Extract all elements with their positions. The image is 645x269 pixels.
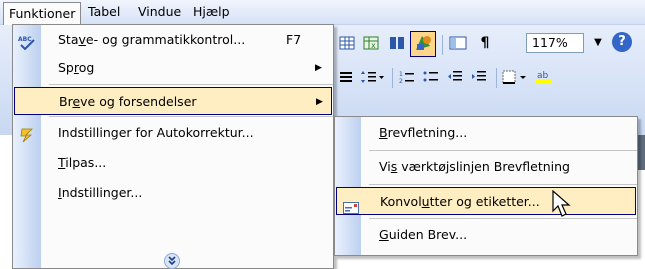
menu-bar: Funktioner Tabel Vindue Hjælp [0,0,645,25]
insert-table-icon[interactable] [338,35,356,53]
menu-item-tilpas[interactable]: Tilpas... [13,149,333,177]
menu-vindue[interactable]: Vindue [133,2,186,22]
decrease-indent-icon[interactable] [446,70,464,88]
funktioner-menu: ABC Stave- og grammatikkontrol... F7 Spr… [12,24,334,269]
menu-item-label: Stave- og grammatikkontrol... [58,32,246,47]
menu-item-label: Indstillinger for Autokorrektur... [58,125,254,140]
numbering-icon[interactable]: 12 [398,70,416,88]
menu-item-label: Tilpas... [58,155,107,170]
menu-item-shortcut: F7 [286,32,302,47]
drawing-icon[interactable] [410,31,436,57]
svg-text:ab: ab [537,71,549,81]
svg-text:2: 2 [399,78,403,84]
menu-item-indstillinger[interactable]: Indstillinger... [13,179,333,207]
toolbar-separator [496,68,497,88]
toolbar-separator [392,68,393,88]
envelope-icon [343,196,359,214]
highlight-icon[interactable]: ab [534,68,556,86]
justify-icon[interactable] [338,70,354,88]
menu-item-label: Brevfletning... [379,125,468,140]
breve-submenu: Brevfletning... Vis værktøjslinjen Brevf… [334,116,638,256]
menu-hjaelp[interactable]: Hjælp [188,2,235,22]
toolbar-separator [442,35,443,55]
menu-item-label: Guiden Brev... [379,227,468,242]
chevron-right-icon: ▶ [316,97,323,107]
menu-item-sprog[interactable]: Sprog ▶ [13,54,333,82]
formatting-toolbar: 12 ab [330,66,645,92]
menu-item-breve[interactable]: Breve og forsendelser ▶ [14,87,332,115]
menu-item-label: Sprog [58,60,95,75]
mouse-pointer-icon [552,189,574,220]
menu-separator [369,184,637,185]
help-icon[interactable]: ? [612,32,632,52]
menu-separator [49,84,333,85]
menu-item-label: Konvolutter og etiketter... [380,194,540,209]
document-map-icon[interactable] [448,35,468,53]
menu-item-label: Vis værktøjslinjen Brevfletning [379,159,570,174]
show-formatting-icon[interactable]: ¶ [476,34,494,52]
svg-text:x: x [371,41,376,50]
zoom-combobox[interactable]: 117% [526,33,584,53]
submenu-item-vis-vaerktoejslinjen[interactable]: Vis værktøjslinjen Brevfletning [335,153,637,181]
borders-icon[interactable] [502,70,530,88]
menu-tabel[interactable]: Tabel [83,2,125,22]
chevron-right-icon: ▶ [315,63,322,73]
autocorrect-icon [18,125,36,143]
menu-item-spelling[interactable]: ABC Stave- og grammatikkontrol... F7 [13,26,333,54]
menu-separator [369,150,637,151]
increase-indent-icon[interactable] [470,70,488,88]
svg-text:1: 1 [399,71,403,78]
line-spacing-icon[interactable] [360,70,386,88]
menu-item-label: Breve og forsendelser [59,94,197,109]
submenu-item-konvolutter[interactable]: Konvolutter og etiketter... [336,187,636,215]
submenu-item-guiden-brev[interactable]: Guiden Brev... [335,221,637,249]
chevron-down-icon[interactable]: ▼ [589,33,607,53]
spelling-check-icon: ABC [18,32,36,51]
menu-separator [369,218,637,219]
menu-item-label: Indstillinger... [58,185,143,200]
insert-excel-icon[interactable]: x [362,35,380,53]
columns-icon[interactable] [388,35,406,53]
menu-item-autokorrektur[interactable]: Indstillinger for Autokorrektur... [13,119,333,147]
bullets-icon[interactable] [422,70,440,88]
submenu-item-brevfletning[interactable]: Brevfletning... [335,119,637,147]
svg-text:ABC: ABC [18,36,32,43]
menu-separator [49,116,333,117]
double-chevron-down-icon[interactable] [164,253,180,269]
menu-funktioner[interactable]: Funktioner [3,2,82,25]
